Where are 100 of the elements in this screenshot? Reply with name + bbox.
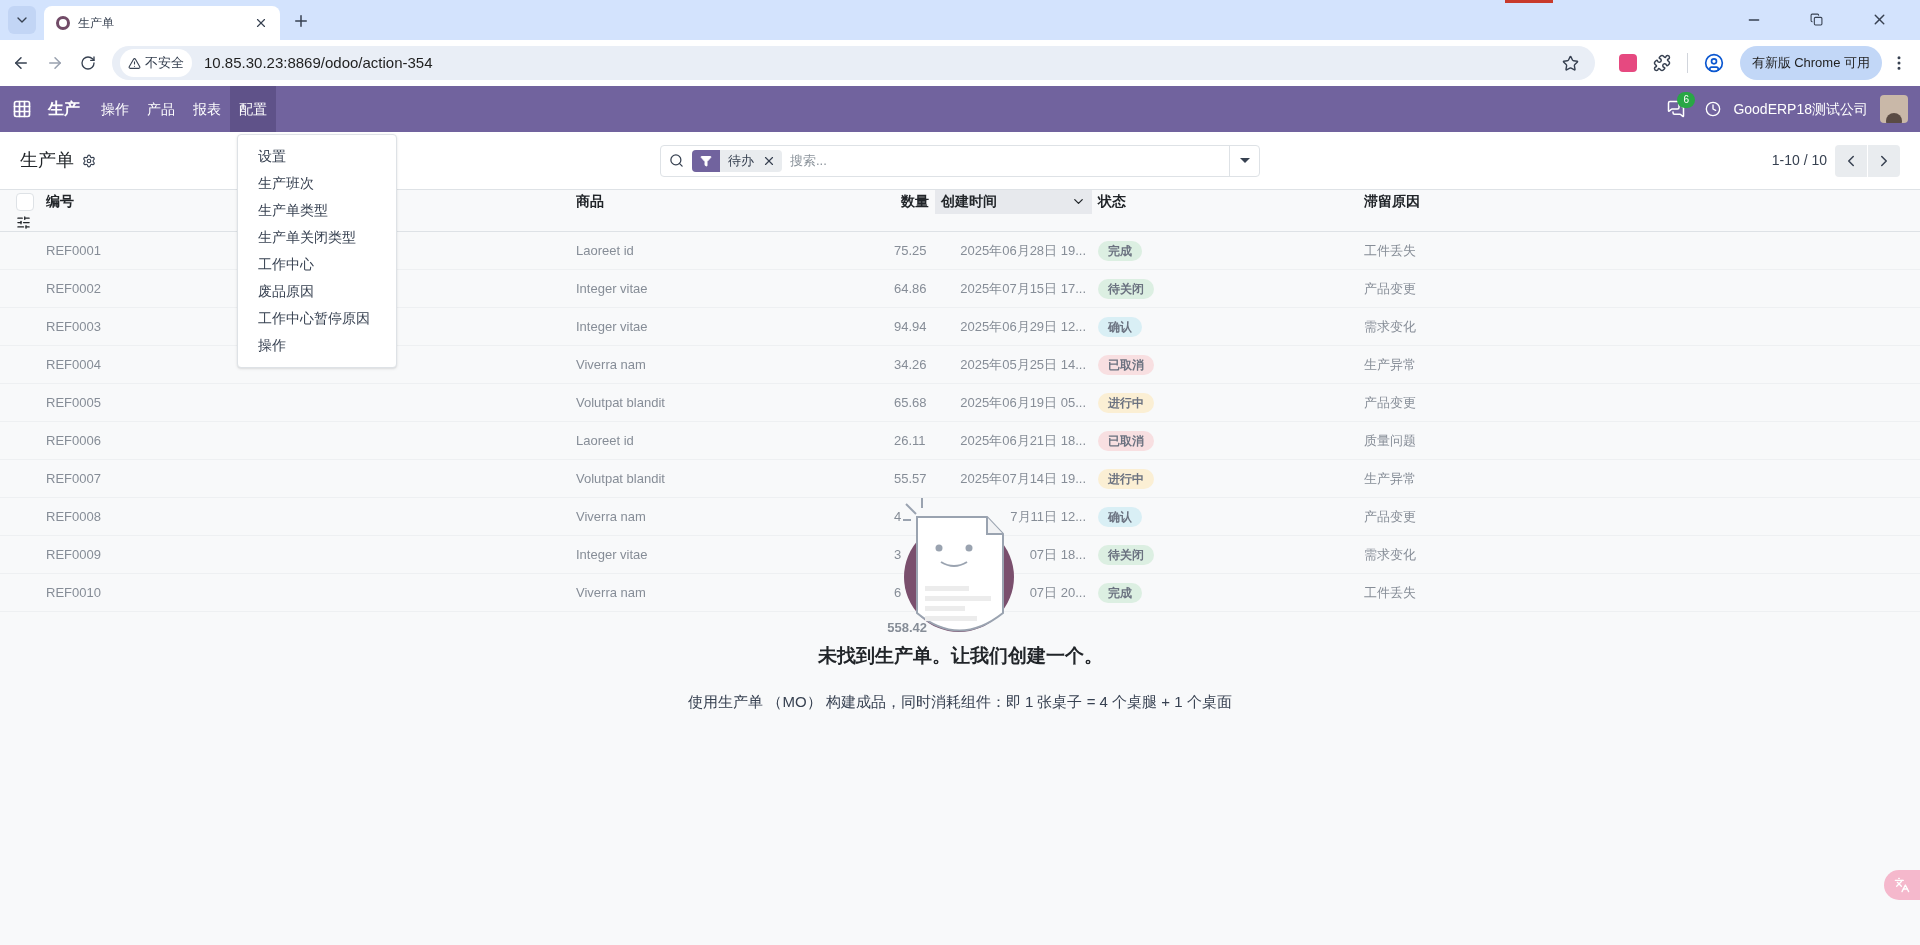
table-cell: 2025年07月14日 19...	[960, 470, 1086, 486]
new-tab-icon[interactable]	[292, 12, 310, 30]
filter-facet[interactable]: 待办	[692, 149, 782, 172]
table-cell: REF0007	[46, 470, 101, 486]
company-name[interactable]: GoodERP18测试公司	[1733, 98, 1868, 120]
table-cell: Integer vitae	[576, 318, 648, 334]
pager-value[interactable]: 1-10 / 10	[1771, 150, 1827, 171]
status-badge: 确认	[1098, 506, 1142, 527]
app-name[interactable]: 生产	[48, 97, 80, 121]
select-all-checkbox[interactable]	[16, 192, 34, 211]
table-cell: REF0008	[46, 508, 101, 524]
apps-menu-icon[interactable]	[12, 99, 32, 119]
table-cell: 65.68	[894, 394, 927, 410]
column-header[interactable]: 商品	[570, 190, 610, 214]
update-chrome-button[interactable]: 有新版 Chrome 可用	[1739, 46, 1882, 80]
table-cell: Laoreet id	[576, 242, 634, 258]
dropdown-item[interactable]: 生产单类型	[238, 197, 396, 224]
nav-menu-item[interactable]: 配置	[230, 86, 276, 132]
extensions-icon[interactable]	[1652, 54, 1671, 72]
table-cell: 4	[894, 508, 902, 524]
dropdown-item[interactable]: 操作	[238, 332, 396, 359]
table-cell: REF0005	[46, 394, 101, 410]
url-text: 10.85.30.23:8869/odoo/action-354	[204, 52, 434, 73]
table-cell: Integer vitae	[576, 546, 648, 562]
tab-title: 生产单	[78, 15, 115, 31]
translate-icon	[1894, 877, 1910, 893]
reload-icon[interactable]	[80, 55, 96, 71]
table-cell: 2025年06月28日 19...	[960, 242, 1086, 258]
table-cell: 生产异常	[1364, 470, 1416, 486]
table-cell: 需求变化	[1364, 546, 1416, 562]
nav-menu-item[interactable]: 操作	[92, 86, 138, 132]
table-cell: 07日 20...	[1029, 584, 1086, 600]
nav-menu-item[interactable]: 产品	[138, 86, 184, 132]
table-cell: REF0006	[46, 432, 101, 448]
bookmark-icon[interactable]	[1561, 54, 1579, 72]
forward-icon[interactable]	[46, 54, 64, 72]
nav-menu-item[interactable]: 报表	[184, 86, 230, 132]
table-cell: 2025年06月19日 05...	[960, 394, 1086, 410]
dropdown-item[interactable]: 工作中心	[238, 251, 396, 278]
table-cell: REF0009	[46, 546, 101, 562]
table-cell: 2025年06月21日 18...	[960, 432, 1086, 448]
address-bar[interactable]: 不安全 10.85.30.23:8869/odoo/action-354	[112, 46, 1595, 80]
dropdown-item[interactable]: 设置	[238, 143, 396, 170]
user-avatar[interactable]	[1880, 95, 1908, 123]
tab-list-button[interactable]	[8, 6, 36, 34]
status-badge: 已取消	[1098, 354, 1154, 375]
table-cell: 2025年06月29日 12...	[960, 318, 1086, 334]
close-icon[interactable]	[254, 16, 268, 30]
table-cell: REF0002	[46, 280, 101, 296]
table-cell: REF0001	[46, 242, 101, 258]
dropdown-item[interactable]: 工作中心暂停原因	[238, 305, 396, 332]
table-cell: 工件丢失	[1364, 242, 1416, 258]
empty-state-title: 未找到生产单。让我们创建一个。	[817, 644, 1103, 668]
security-chip[interactable]: 不安全	[120, 49, 192, 77]
clock-icon[interactable]	[1705, 101, 1722, 117]
dropdown-item[interactable]: 废品原因	[238, 278, 396, 305]
status-badge: 待关闭	[1098, 544, 1154, 565]
back-icon[interactable]	[12, 54, 30, 72]
table-cell: Volutpat blandit	[576, 394, 665, 410]
column-header[interactable]: 创建时间	[935, 190, 1092, 214]
search-icon[interactable]	[669, 153, 684, 168]
table-cell: 55.57	[894, 470, 927, 486]
table-cell: Volutpat blandit	[576, 470, 665, 486]
empty-state-description: 使用生产单 （MO） 构建成品，同时消耗组件：即 1 张桌子 = 4 个桌腿 + 1 个桌面	[688, 691, 1232, 712]
translate-extension-icon[interactable]	[1618, 54, 1637, 72]
column-header[interactable]: 数量	[895, 190, 935, 214]
table-cell: REF0010	[46, 584, 101, 600]
message-count-badge: 6	[1677, 92, 1695, 108]
table-cell: 产品变更	[1364, 394, 1416, 410]
warning-icon	[128, 56, 141, 70]
page-title: 生产单	[20, 149, 74, 172]
profile-icon[interactable]	[1703, 53, 1724, 73]
table-cell: 07日 18...	[1029, 546, 1086, 562]
status-badge: 已取消	[1098, 430, 1154, 451]
status-badge: 进行中	[1098, 392, 1154, 413]
dropdown-item[interactable]: 生产单关闭类型	[238, 224, 396, 251]
column-header[interactable]: 编号	[40, 190, 80, 214]
table-cell: Integer vitae	[576, 280, 648, 296]
table-cell: 产品变更	[1364, 508, 1416, 524]
messages-icon[interactable]	[1667, 100, 1686, 118]
table-cell: 产品变更	[1364, 280, 1416, 296]
search-input[interactable]: 搜索...	[790, 150, 1229, 171]
search-field[interactable]: 待办 搜索...	[660, 144, 1260, 177]
browser-tab[interactable]: 生产单	[44, 6, 280, 40]
status-badge: 进行中	[1098, 468, 1154, 489]
settings-icon[interactable]	[82, 153, 96, 168]
dropdown-item[interactable]: 生产班次	[238, 170, 396, 197]
table-cell: Viverra nam	[576, 356, 646, 372]
table-cell: 2025年05月25日 14...	[960, 356, 1086, 372]
status-badge: 待关闭	[1098, 278, 1154, 299]
site-icon	[56, 16, 70, 30]
column-options-icon[interactable]	[16, 214, 31, 230]
column-header[interactable]: 滞留原因	[1358, 190, 1426, 214]
table-cell: 64.86	[894, 280, 927, 296]
recording-indicator	[1505, 0, 1553, 3]
table-cell: 工件丢失	[1364, 584, 1416, 600]
status-badge: 完成	[1098, 582, 1142, 603]
table-cell: REF0004	[46, 356, 101, 372]
column-header[interactable]: 状态	[1092, 190, 1132, 214]
total-cell: 558.42	[887, 620, 927, 636]
